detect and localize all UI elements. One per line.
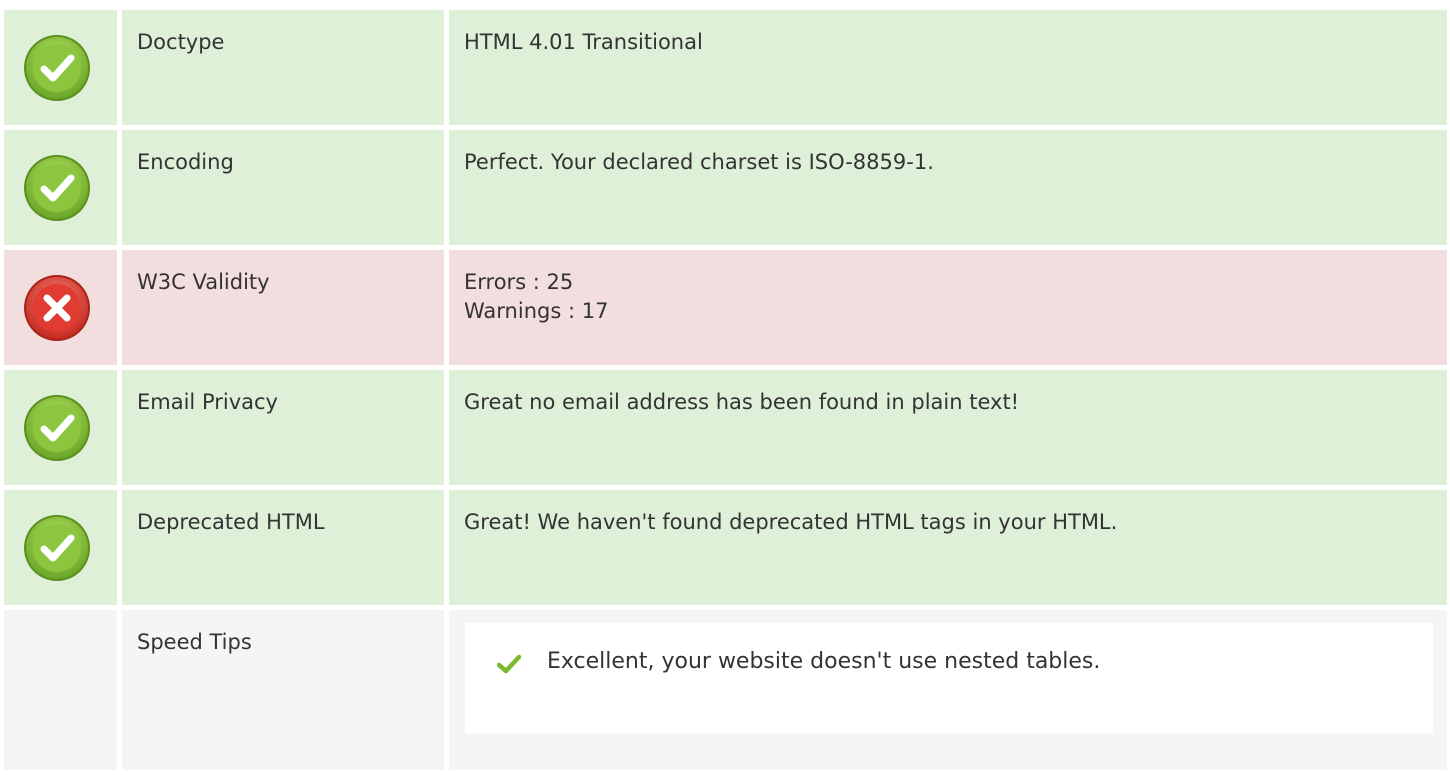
check-value: Perfect. Your declared charset is ISO-88…	[464, 150, 934, 174]
check-row-doctype: Doctype HTML 4.01 Transitional	[4, 10, 1447, 125]
check-label: Encoding	[137, 150, 234, 174]
status-cell	[4, 10, 117, 125]
check-label: W3C Validity	[137, 270, 270, 294]
error-circle-icon	[24, 275, 90, 341]
check-value-cell: Great! We haven't found deprecated HTML …	[449, 490, 1447, 605]
check-label-cell: Deprecated HTML	[122, 490, 444, 605]
check-value-cell: Excellent, your website doesn't use nest…	[449, 610, 1447, 770]
check-circle-icon	[24, 155, 90, 221]
status-cell	[4, 610, 117, 770]
errors-count: Errors : 25	[464, 270, 574, 294]
status-cell	[4, 490, 117, 605]
check-label-cell: W3C Validity	[122, 250, 444, 365]
check-value: Great no email address has been found in…	[464, 390, 1020, 414]
checkmark-icon	[497, 654, 521, 674]
speed-tips-list: Excellent, your website doesn't use nest…	[465, 623, 1433, 733]
speed-tip-text: Excellent, your website doesn't use nest…	[547, 649, 1101, 674]
check-label-cell: Speed Tips	[122, 610, 444, 770]
check-row-speed-tips: Speed Tips Excellent, your website doesn…	[4, 610, 1447, 770]
check-label-cell: Email Privacy	[122, 370, 444, 485]
check-label: Email Privacy	[137, 390, 278, 414]
check-label: Deprecated HTML	[137, 510, 325, 534]
warnings-count: Warnings : 17	[464, 299, 609, 323]
check-row-email-privacy: Email Privacy Great no email address has…	[4, 370, 1447, 485]
check-label: Speed Tips	[137, 630, 252, 654]
status-cell	[4, 130, 117, 245]
check-label: Doctype	[137, 30, 225, 54]
status-cell	[4, 250, 117, 365]
check-value-cell: HTML 4.01 Transitional	[449, 10, 1447, 125]
check-circle-icon	[24, 515, 90, 581]
check-value-cell: Errors : 25 Warnings : 17	[449, 250, 1447, 365]
speed-tip-item: Excellent, your website doesn't use nest…	[465, 645, 1433, 685]
check-value: Great! We haven't found deprecated HTML …	[464, 510, 1118, 534]
status-cell	[4, 370, 117, 485]
check-value: HTML 4.01 Transitional	[464, 30, 703, 54]
check-circle-icon	[24, 395, 90, 461]
seo-checks-table: Doctype HTML 4.01 Transitional Encoding …	[4, 10, 1447, 775]
check-value-cell: Great no email address has been found in…	[449, 370, 1447, 485]
check-row-deprecated-html: Deprecated HTML Great! We haven't found …	[4, 490, 1447, 605]
check-label-cell: Encoding	[122, 130, 444, 245]
check-value-cell: Perfect. Your declared charset is ISO-88…	[449, 130, 1447, 245]
check-label-cell: Doctype	[122, 10, 444, 125]
check-circle-icon	[24, 35, 90, 101]
check-row-w3c-validity: W3C Validity Errors : 25 Warnings : 17	[4, 250, 1447, 365]
check-row-encoding: Encoding Perfect. Your declared charset …	[4, 130, 1447, 245]
